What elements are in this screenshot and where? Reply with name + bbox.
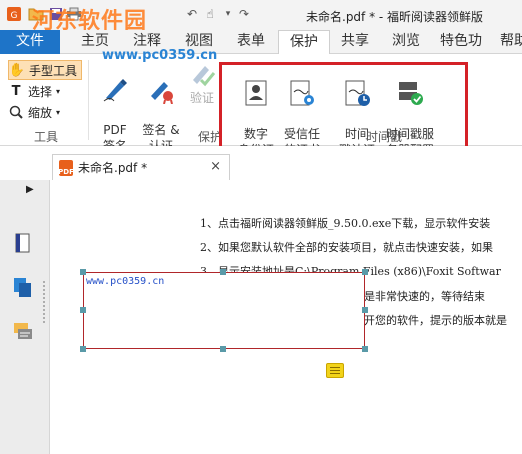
left-navigation-panel: ▶ bbox=[0, 180, 50, 454]
layers-icon[interactable] bbox=[12, 276, 34, 298]
zoom-icon bbox=[8, 104, 24, 120]
document-text-line: 1、点击福昕阅读器领鲜版_9.50.0.exe下载，显示软件安装 bbox=[200, 217, 491, 230]
resize-handle[interactable] bbox=[80, 307, 86, 313]
redo-icon[interactable]: ↷ bbox=[236, 6, 252, 22]
pdf-file-icon: PDF bbox=[58, 159, 74, 176]
page-thumbnails-icon[interactable] bbox=[12, 232, 34, 254]
hand-icon[interactable]: ☝ bbox=[202, 6, 218, 22]
title-bar: G 河东软件园 ↶ ☝ ▾ ↷ 未命名.pdf * - 福昕阅读器领鲜版 bbox=[0, 0, 522, 34]
tab-form[interactable]: 表单 bbox=[228, 30, 274, 54]
tab-share[interactable]: 共享 bbox=[334, 30, 376, 54]
resize-handle[interactable] bbox=[80, 346, 86, 352]
document-tab-strip: PDF 未命名.pdf * × bbox=[0, 146, 522, 180]
watermark-url: www.pc0359.cn bbox=[102, 48, 218, 63]
hand-icon: ✋ bbox=[8, 62, 26, 78]
pen-sign-icon bbox=[103, 79, 127, 102]
verify-label: 验证 bbox=[189, 91, 214, 105]
verify-button[interactable]: 验证 bbox=[186, 58, 218, 106]
document-text-line: 2、如果您默认软件全部的安装项目，就点击快速安装，如果 bbox=[200, 241, 493, 254]
hand-tool-label: 手型工具 bbox=[29, 63, 78, 78]
tab-features[interactable]: 特色功 bbox=[434, 30, 488, 54]
comments-panel-icon[interactable] bbox=[12, 320, 34, 342]
chevron-down-icon: ▾ bbox=[56, 107, 61, 117]
close-tab-button[interactable]: × bbox=[210, 159, 221, 174]
document-text-line: 开您的软件，提示的版本就是 bbox=[364, 314, 507, 327]
window-title: 未命名.pdf * - 福昕阅读器领鲜版 bbox=[306, 10, 484, 24]
sign-certify-button[interactable]: 签名 & 认证 bbox=[138, 58, 184, 154]
dropdown-icon[interactable]: ▾ bbox=[220, 6, 236, 22]
document-tab-title: 未命名.pdf * bbox=[78, 161, 148, 175]
expand-panel-icon[interactable]: ▶ bbox=[26, 184, 34, 195]
group-divider bbox=[88, 60, 89, 140]
undo-icon[interactable]: ↶ bbox=[184, 6, 200, 22]
app-logo-icon[interactable]: G bbox=[6, 6, 22, 22]
resize-handle[interactable] bbox=[362, 346, 368, 352]
resize-handle[interactable] bbox=[220, 346, 226, 352]
svg-text:G: G bbox=[11, 11, 18, 21]
tab-protect[interactable]: 保护 bbox=[278, 30, 330, 55]
sticky-note-icon[interactable] bbox=[326, 363, 344, 378]
document-tab[interactable]: PDF 未命名.pdf * × bbox=[52, 154, 230, 180]
ribbon-tabs: 文件 主页 注释 视图 表单 保护 共享 浏览 特色功 帮助 bbox=[0, 30, 522, 55]
hand-tool-button[interactable]: ✋ 手型工具 bbox=[8, 60, 83, 80]
resize-handle[interactable] bbox=[362, 269, 368, 275]
sign-certify-icon bbox=[151, 82, 173, 104]
resize-handle[interactable] bbox=[220, 269, 226, 275]
chevron-down-icon: ▾ bbox=[56, 86, 61, 96]
select-tool-label: 选择 bbox=[28, 84, 53, 99]
resize-handle[interactable] bbox=[80, 269, 86, 275]
select-tool-button[interactable]: T 选择 ▾ bbox=[8, 81, 60, 101]
tab-help[interactable]: 帮助 bbox=[494, 30, 522, 54]
tab-browse[interactable]: 浏览 bbox=[384, 30, 428, 54]
document-text-line: 是非常快速的，等待结束 bbox=[364, 290, 485, 303]
textbox-annotation[interactable]: www.pc0359.cn bbox=[83, 272, 365, 349]
zoom-tool-button[interactable]: 缩放 ▾ bbox=[8, 102, 60, 122]
text-select-icon: T bbox=[11, 83, 21, 99]
tab-file[interactable]: 文件 bbox=[0, 30, 60, 54]
panel-resize-handle[interactable] bbox=[42, 280, 46, 324]
pdf-sign-button[interactable]: PDF 签名 bbox=[96, 58, 134, 154]
tools-group-label: 工具 bbox=[34, 130, 59, 144]
resize-handle[interactable] bbox=[362, 307, 368, 313]
zoom-tool-label: 缩放 bbox=[28, 105, 53, 120]
textbox-annotation-text[interactable]: www.pc0359.cn bbox=[86, 276, 164, 287]
